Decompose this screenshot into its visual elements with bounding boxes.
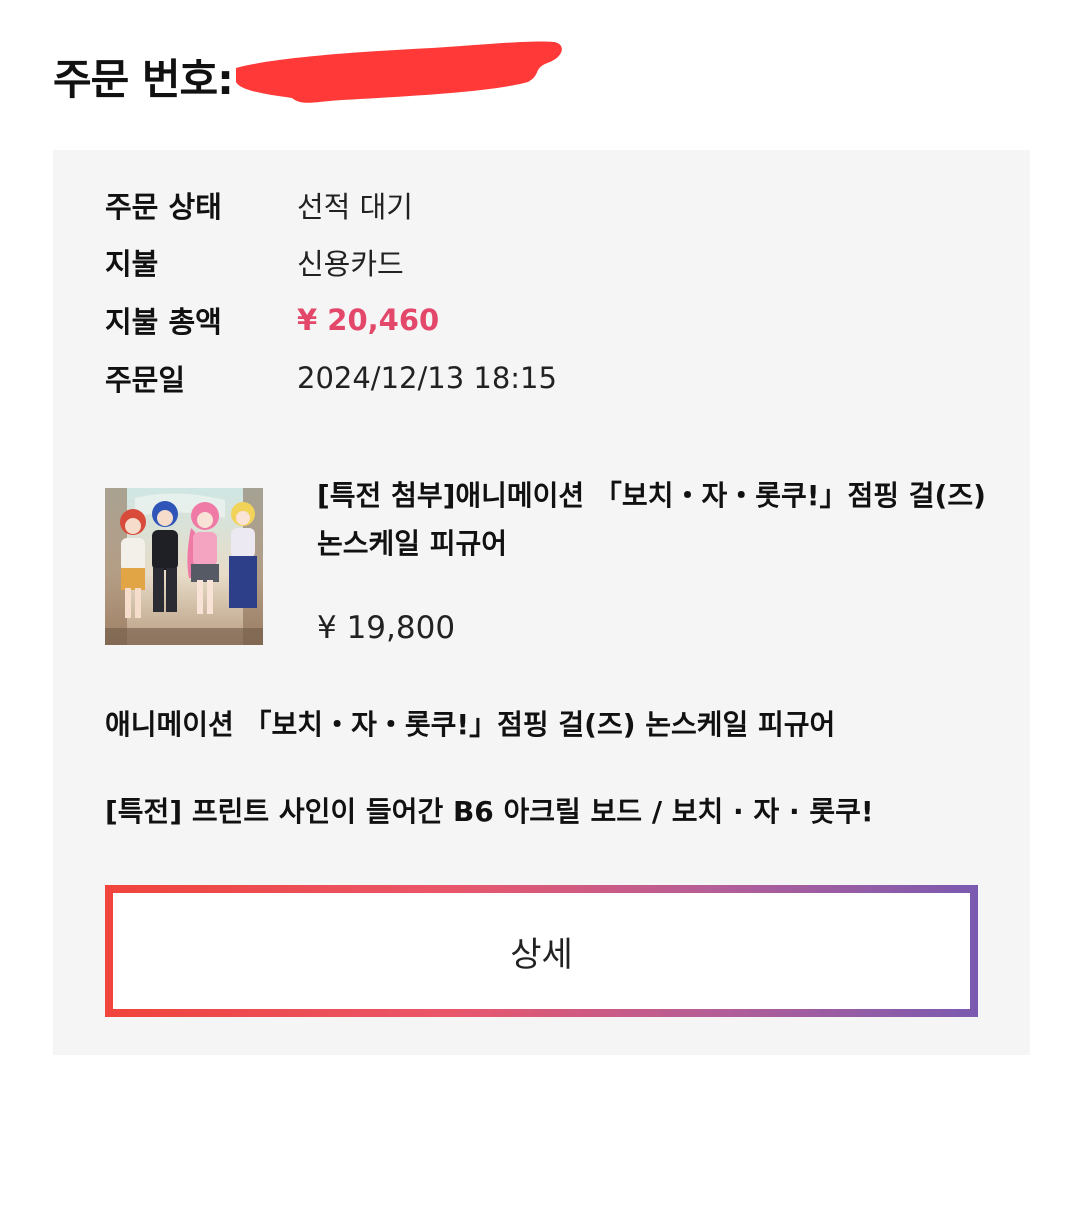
- detail-button[interactable]: 상세: [105, 885, 978, 1017]
- figure-illustration: [105, 488, 263, 645]
- order-status-value: 선적 대기: [297, 190, 413, 224]
- product-price: ¥ 19,800: [317, 610, 456, 646]
- order-detail-page: 주문 번호: 주문 상태 선적 대기 지불 신용카드 지불 총액 ¥ 20,46…: [0, 0, 1080, 1206]
- sub-item-figure: 애니메이션 「보치・자・롯쿠!」점핑 걸(즈) 논스케일 피규어: [105, 708, 836, 741]
- payment-total-value: ¥ 20,460: [297, 303, 440, 337]
- order-number-label: 주문 번호:: [53, 54, 234, 104]
- payment-method-row: 지불 신용카드: [105, 240, 404, 284]
- sub-item-bonus: [특전] 프린트 사인이 들어간 B6 아크릴 보드 / 보치 · 자 · 롯쿠…: [105, 795, 874, 828]
- payment-method-value: 신용카드: [297, 247, 404, 281]
- payment-total-row: 지불 총액 ¥ 20,460: [105, 298, 439, 342]
- detail-button-label: 상세: [113, 893, 970, 1009]
- payment-method-label: 지불: [105, 247, 159, 281]
- order-date-value: 2024/12/13 18:15: [297, 361, 557, 395]
- order-number-header: 주문 번호:: [53, 44, 234, 108]
- product-thumbnail[interactable]: [105, 488, 263, 645]
- order-card: 주문 상태 선적 대기 지불 신용카드 지불 총액 ¥ 20,460 주문일 2…: [53, 150, 1030, 1055]
- payment-total-label: 지불 총액: [105, 305, 222, 339]
- redaction-mark: [236, 41, 562, 103]
- order-status-row: 주문 상태 선적 대기: [105, 183, 413, 227]
- order-date-label: 주문일: [105, 363, 186, 397]
- order-status-label: 주문 상태: [105, 190, 222, 224]
- order-date-row: 주문일 2024/12/13 18:15: [105, 356, 557, 400]
- product-name-link[interactable]: [특전 첨부]애니메이션 「보치・자・롯쿠!」점핑 걸(즈) 논스케일 피규어: [317, 472, 997, 568]
